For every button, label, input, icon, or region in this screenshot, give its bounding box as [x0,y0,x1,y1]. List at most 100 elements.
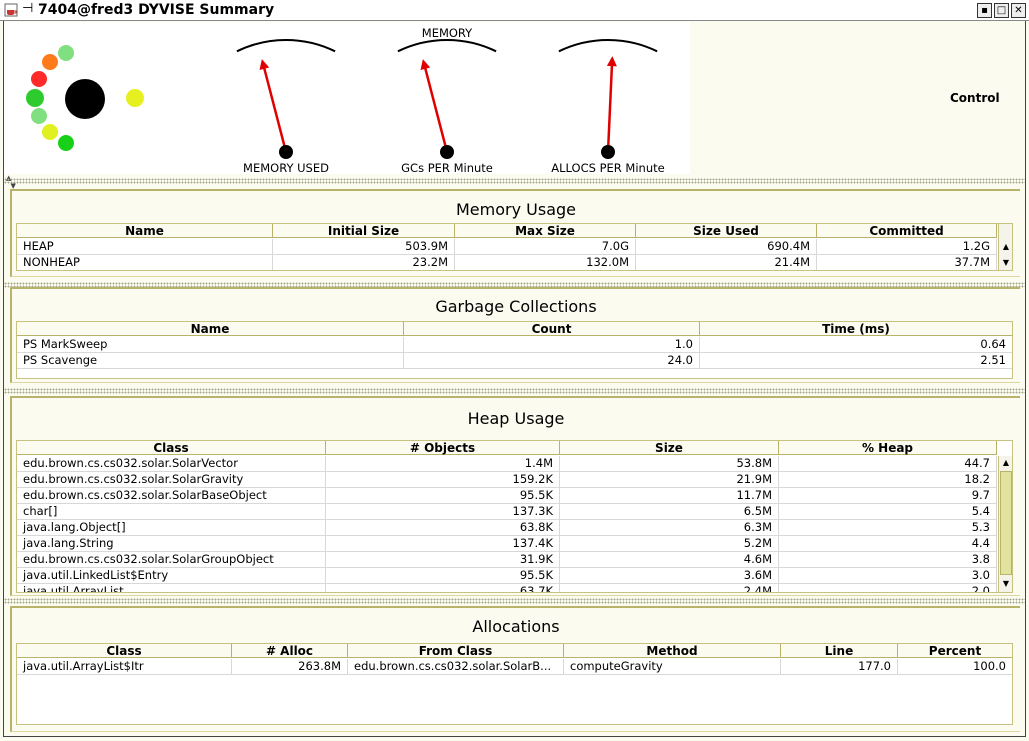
column-header[interactable]: Class [17,441,326,455]
gauge-label-allocs: ALLOCS PER Minute [551,161,665,175]
cell: java.lang.Object[] [17,520,326,536]
table-row[interactable]: java.lang.Object[] 63.8K 6.3M 5.3 [17,520,997,536]
cell: edu.brown.cs.cs032.solar.SolarGroupObjec… [17,552,326,568]
cell: 24.0 [404,353,700,369]
cell: 9.7 [779,488,997,504]
heap-usage-panel: Heap Usage Class # Objects Size % Heap e… [10,396,1020,596]
cell: 21.4M [636,255,817,270]
memory-usage-title: Memory Usage [455,200,576,219]
cell: 177.0 [781,659,898,675]
cell: computeGravity [564,659,781,675]
scroll-up-icon[interactable]: ▲ [999,240,1012,254]
cell: 137.3K [326,504,560,520]
allocations-title: Allocations [472,617,560,636]
cell: 4.4 [779,536,997,552]
cell: PS MarkSweep [17,337,404,353]
column-header[interactable]: Size Used [636,224,817,238]
cell: 137.4K [326,536,560,552]
gauge-panel: MEMORY MEMORY USED GCs PER Minute ALLOCS… [4,22,690,175]
cell: 23.2M [273,255,455,270]
scroll-thumb[interactable] [1000,471,1012,575]
scroll-up-icon[interactable]: ▲ [999,456,1012,470]
table-row[interactable]: PS Scavenge 24.0 2.51 [17,353,1012,369]
cell: 7.0G [455,239,636,255]
table-row[interactable]: PS MarkSweep 1.0 0.64 [17,337,1012,353]
column-header[interactable]: # Alloc [232,644,348,658]
column-header[interactable]: Line [781,644,898,658]
table-row[interactable]: char[] 137.3K 6.5M 5.4 [17,504,997,520]
control-label[interactable]: Control [950,91,1000,105]
cell: edu.brown.cs.cs032.solar.SolarBaseObject [17,488,326,504]
column-header[interactable]: Class [17,644,232,658]
cell: 100.0 [973,659,1006,673]
scroll-down-icon[interactable]: ▼ [999,577,1012,591]
table-row[interactable]: edu.brown.cs.cs032.solar.SolarGravity 159… [17,472,997,488]
memory-usage-panel: Memory Usage Name Initial Size Max Size … [10,189,1020,277]
indicator-dot [58,135,74,151]
column-header[interactable]: # Objects [326,441,560,455]
split-divider[interactable] [4,388,1025,394]
column-header[interactable]: % Heap [779,441,997,455]
column-header[interactable]: Time (ms) [700,322,1012,336]
activity-center-dot [65,79,105,119]
column-header[interactable]: Count [404,322,700,336]
indicator-dot [126,89,144,107]
gauge-needle [261,62,288,153]
cell: 1.0 [404,337,700,353]
column-header[interactable]: Initial Size [273,224,455,238]
cell: 2.4M [560,584,779,592]
cell: 5.3 [779,520,997,536]
table-row[interactable]: java.util.LinkedList$Entry 95.5K 3.6M 3.0 [17,568,997,584]
vertical-scrollbar[interactable]: ▲ ▼ [998,456,1012,592]
cell: edu.brown.cs.cs032.solar.SolarB... [348,659,564,675]
cell: 95.5K [326,488,560,504]
table-header: Name Initial Size Max Size Size Used Com… [17,224,997,238]
column-header[interactable]: From Class [348,644,564,658]
vertical-scrollbar[interactable]: ▲ ▼ [998,224,1012,270]
column-header[interactable]: Size [560,441,779,455]
column-header[interactable]: Name [17,322,404,336]
memory-usage-table: Name Initial Size Max Size Size Used Com… [16,223,1013,271]
indicator-dot [31,71,47,87]
cell: 2.51 [980,353,1006,367]
gauge-label-memory-used: MEMORY USED [243,161,329,175]
table-row[interactable]: java.util.ArrayList$Itr 263.8M edu.brown… [17,659,1012,675]
cell: 63.7K [326,584,560,592]
gauge-arc [558,39,658,53]
split-divider[interactable] [4,598,1025,604]
cell: 6.5M [560,504,779,520]
split-divider[interactable] [4,178,1025,184]
table-row[interactable]: edu.brown.cs.cs032.solar.SolarGroupObjec… [17,552,997,568]
table-row[interactable]: edu.brown.cs.cs032.solar.SolarBaseObject… [17,488,997,504]
cell: 63.8K [326,520,560,536]
column-header[interactable]: Committed [817,224,997,238]
table-row[interactable]: HEAP 503.9M 7.0G 690.4M 1.2G [17,239,997,255]
table-row[interactable]: java.util.ArrayList 63.7K 2.4M 2.0 [17,584,997,592]
cell: edu.brown.cs.cs032.solar.SolarGravity [17,472,326,488]
table-row[interactable]: edu.brown.cs.cs032.solar.SolarVector 1.4M… [17,456,997,472]
heap-usage-table: Class # Objects Size % Heap edu.brown.cs… [16,440,1013,593]
cell: HEAP [17,239,273,255]
table-row[interactable]: java.lang.String 137.4K 5.2M 4.4 [17,536,997,552]
cell: 263.8M [232,659,348,675]
minimize-button[interactable]: ▪ [977,3,992,18]
scroll-down-icon[interactable]: ▼ [999,256,1012,270]
column-header[interactable]: Method [564,644,781,658]
table-header: Class # Objects Size % Heap [17,441,997,455]
column-header[interactable]: Name [17,224,273,238]
column-header[interactable]: Max Size [455,224,636,238]
heap-usage-title: Heap Usage [467,409,565,428]
pin-icon[interactable]: ⊣ [22,1,33,16]
cell: 95.5K [326,568,560,584]
gauge-hub [440,145,454,159]
indicator-dot [26,89,44,107]
column-header[interactable]: Percent [898,644,1012,658]
maximize-button[interactable]: □ [994,3,1009,18]
cell: char[] [17,504,326,520]
cell: 1.2G [817,239,997,255]
table-header: Class # Alloc From Class Method Line Per… [17,644,1012,658]
close-button[interactable]: ✕ [1011,3,1026,18]
cell: 132.0M [455,255,636,270]
table-row[interactable]: NONHEAP 23.2M 132.0M 21.4M 37.7M [17,255,997,270]
cell: 37.7M [817,255,997,270]
